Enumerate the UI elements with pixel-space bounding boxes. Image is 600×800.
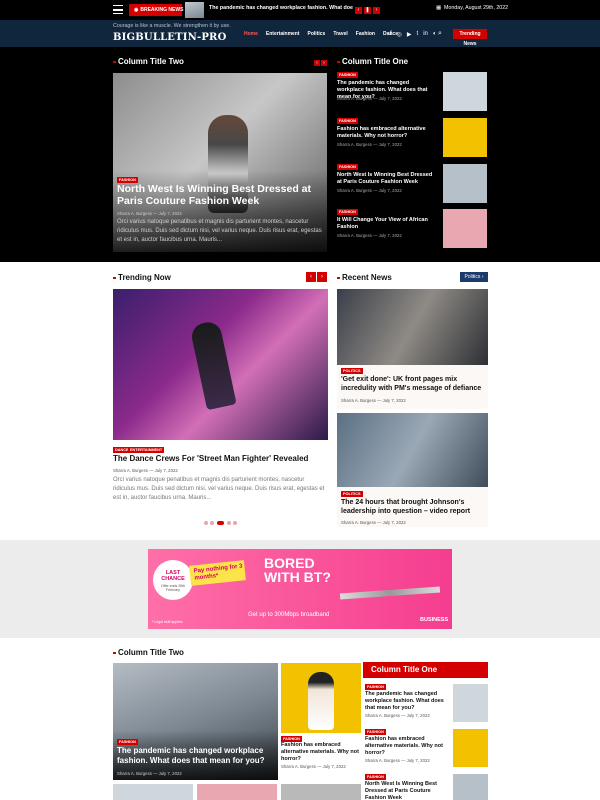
list-item-tag[interactable]: FASHION: [337, 72, 358, 78]
trending-excerpt: Orci varius natoque penatibus et magnis …: [113, 477, 325, 501]
featured-title[interactable]: North West Is Winning Best Dressed at Pa…: [117, 183, 322, 207]
ad-offer-ends: Offer ends 26th February: [160, 584, 186, 592]
recent-item-meta: Sharra A. Burgess — July 7, 2022: [341, 398, 406, 403]
list-item-tag[interactable]: FASHION: [365, 729, 386, 735]
ad-legal: * Legal stuff applies: [152, 620, 183, 624]
featured-meta: Sharra A. Burgess — July 7, 2022: [117, 211, 182, 216]
menu-icon[interactable]: [113, 5, 123, 14]
ad-headline: BORED WITH BT?: [264, 555, 331, 585]
carousel-dot[interactable]: [210, 521, 214, 525]
prev-arrow-button[interactable]: ‹: [314, 60, 320, 66]
trending-prev-button[interactable]: ‹: [306, 272, 316, 282]
section-title-left: Column Title Two: [113, 57, 184, 66]
list-item-title[interactable]: The pandemic has changed workplace fashi…: [365, 691, 449, 712]
breaking-news-label: ◉ BREAKING NEWS: [129, 4, 183, 16]
category-tag[interactable]: ENTERTAINMENT: [128, 447, 165, 453]
category-tag[interactable]: POLITICS: [341, 368, 363, 374]
broadcast-icon: ◉: [134, 7, 139, 13]
ad-brand: BUSINESS: [420, 617, 449, 623]
ad-last-chance: LAST CHANCE: [161, 570, 185, 582]
list-item-meta: Sharra A. Burgess — July 7, 2022: [337, 233, 402, 238]
list-item-thumbnail[interactable]: [453, 684, 488, 722]
site-tagline: Courage is like a muscle. We strengthen …: [113, 23, 231, 29]
list-item-tag[interactable]: FASHION: [365, 774, 386, 780]
category-tag[interactable]: FASHION: [117, 739, 138, 745]
ad-speed: Get up to 300Mbps broadband: [248, 612, 330, 618]
featured-excerpt: Orci varius natoque penatibus et magnis …: [117, 219, 322, 243]
list-item-tag[interactable]: FASHION: [337, 209, 358, 215]
list-item-meta: Sharra A. Burgess — July 7, 2022: [337, 142, 402, 147]
list-item-meta: Sharra A. Burgess — July 7, 2022: [365, 758, 430, 763]
list-item-meta: Sharra A. Burgess — July 7, 2022: [337, 188, 402, 193]
twitter-icon[interactable]: t: [417, 31, 419, 38]
bottom-row-thumbnail[interactable]: [113, 784, 193, 800]
carousel-dot[interactable]: [227, 521, 231, 525]
bottom-section-title-left: Column Title Two: [113, 648, 184, 657]
bottom-mid-title[interactable]: Fashion has embraced alternative materia…: [281, 742, 359, 763]
bottom-section-title-right: Column Title One: [366, 665, 437, 674]
recent-image[interactable]: [337, 289, 488, 365]
recent-title: Recent News: [337, 273, 392, 282]
list-item-meta: Sharra A. Burgess — July 7, 2022: [365, 713, 430, 718]
main-nav: Home Entertainment Politics Travel Fashi…: [244, 31, 398, 37]
breaking-prev-button[interactable]: ‹: [355, 7, 362, 14]
bottom-feature-meta: Sharra A. Burgess — July 7, 2022: [117, 771, 182, 776]
list-item-tag[interactable]: FASHION: [337, 164, 358, 170]
bottom-row-thumbnail[interactable]: [281, 784, 361, 800]
list-item-thumbnail[interactable]: [443, 72, 487, 111]
list-item-title[interactable]: Fashion has embraced alternative materia…: [337, 126, 437, 140]
list-item-thumbnail[interactable]: [443, 164, 487, 203]
nav-item-travel[interactable]: Travel: [333, 31, 347, 37]
list-item-thumbnail[interactable]: [443, 118, 487, 157]
list-item-thumbnail[interactable]: [443, 209, 487, 248]
list-item-tag[interactable]: FASHION: [337, 118, 358, 124]
carousel-dot-active[interactable]: [217, 521, 224, 525]
list-item-thumbnail[interactable]: [453, 774, 488, 800]
instagram-icon[interactable]: ◎: [397, 31, 402, 38]
nav-item-fashion[interactable]: Fashion: [356, 31, 375, 37]
recent-image[interactable]: [337, 413, 488, 487]
breaking-pause-button[interactable]: ❚: [364, 7, 371, 14]
list-item-title[interactable]: North West Is Winning Best Dressed at Pa…: [365, 781, 449, 800]
list-item-meta: Sharra A. Burgess — July 7, 2022: [337, 96, 402, 101]
bottom-mid-meta: Sharra A. Burgess — July 7, 2022: [281, 764, 346, 769]
category-tag[interactable]: POLITICS: [341, 491, 363, 497]
skype-icon[interactable]: ◐: [433, 31, 437, 38]
section-title-right: Column Title One: [337, 57, 408, 66]
carousel-dot[interactable]: [233, 521, 237, 525]
trending-title: Trending Now: [113, 273, 171, 282]
linkedin-icon[interactable]: in: [423, 31, 428, 38]
nav-item-politics[interactable]: Politics: [308, 31, 326, 37]
search-icon[interactable]: ⌕: [438, 30, 442, 38]
breaking-news-thumbnail[interactable]: [185, 2, 204, 18]
list-item-title[interactable]: It Will Change Your View of African Fash…: [337, 217, 437, 231]
calendar-icon: ▦: [436, 5, 442, 11]
nav-item-entertainment[interactable]: Entertainment: [266, 31, 300, 37]
social-links: f ◎ ▶ t in ◐: [390, 31, 437, 38]
current-date: Monday, August 29th, 2022: [444, 5, 509, 11]
recent-item-title[interactable]: 'Get exit done': UK front pages mix incr…: [341, 375, 485, 393]
person-figure: [308, 672, 334, 730]
breaking-next-button[interactable]: ›: [373, 7, 380, 14]
trending-next-button[interactable]: ›: [317, 272, 327, 282]
list-item-tag[interactable]: FASHION: [365, 684, 386, 690]
trending-headline[interactable]: The Dance Crews For 'Street Man Fighter'…: [113, 454, 308, 463]
list-item-title[interactable]: North West Is Winning Best Dressed at Pa…: [337, 172, 437, 186]
youtube-icon[interactable]: ▶: [407, 31, 412, 38]
next-arrow-button[interactable]: ›: [321, 60, 327, 66]
recent-item-title[interactable]: The 24 hours that brought Johnson's lead…: [341, 498, 485, 516]
nav-item-home[interactable]: Home: [244, 31, 258, 37]
carousel-dot[interactable]: [204, 521, 208, 525]
facebook-icon[interactable]: f: [390, 31, 392, 38]
recent-item-meta: Sharra A. Burgess — July 7, 2022: [341, 520, 406, 525]
site-logo[interactable]: BIGBULLETIN-PRO: [113, 32, 226, 43]
breaking-news-headline[interactable]: The pandemic has changed workplace fashi…: [209, 5, 353, 11]
recent-filter-dropdown[interactable]: Politics ›: [460, 272, 488, 282]
trending-news-button[interactable]: Trending News: [453, 29, 487, 47]
trending-meta: Sharra A. Burgess — July 7, 2022: [113, 468, 178, 473]
list-item-thumbnail[interactable]: [453, 729, 488, 767]
bottom-row-thumbnail[interactable]: [197, 784, 277, 800]
list-item-title[interactable]: Fashion has embraced alternative materia…: [365, 736, 449, 757]
bottom-feature-title[interactable]: The pandemic has changed workplace fashi…: [117, 746, 275, 765]
